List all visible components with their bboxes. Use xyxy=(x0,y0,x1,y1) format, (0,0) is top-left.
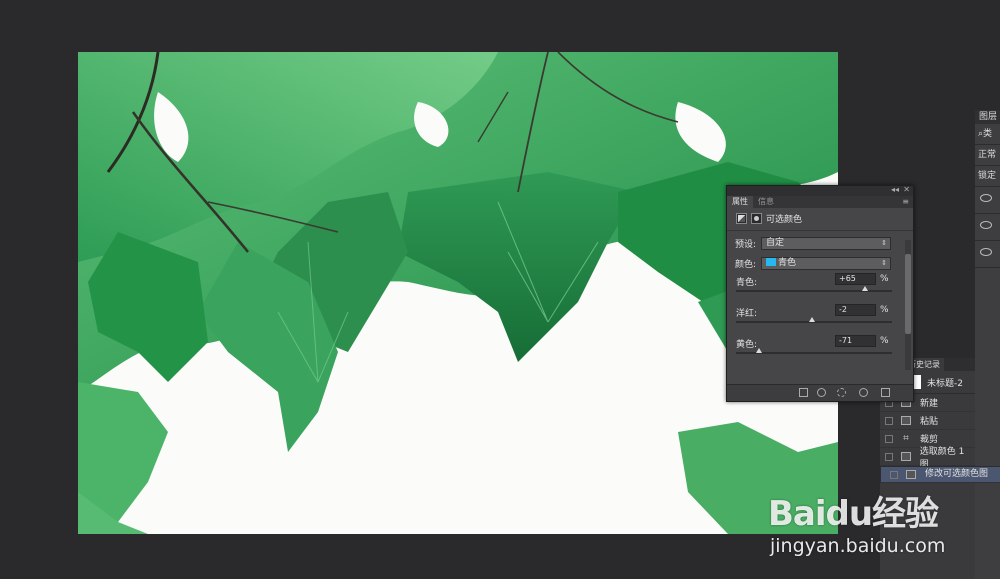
collapse-icon[interactable]: ◂◂ xyxy=(891,185,899,194)
panel-bottom-toolbar xyxy=(727,384,913,401)
history-checkbox[interactable] xyxy=(890,470,898,479)
lock-label: 锁定 xyxy=(975,166,1000,187)
slider-yellow: 黄色: -71 % xyxy=(727,335,913,366)
visibility-eye-icon[interactable] xyxy=(859,388,868,397)
document-icon xyxy=(906,470,916,479)
document-icon xyxy=(901,416,911,425)
layers-panel: 图层 ⌕类 正常 锁定 xyxy=(975,110,1000,579)
trash-icon[interactable] xyxy=(881,388,890,397)
reset-icon[interactable] xyxy=(837,388,846,397)
panel-scrollbar[interactable] xyxy=(905,240,911,370)
tab-properties[interactable]: 属性 xyxy=(727,196,753,208)
history-item-label: 粘贴 xyxy=(920,417,939,427)
chevron-updown-icon: ⇕ xyxy=(881,258,887,267)
eye-icon xyxy=(980,194,992,202)
document-icon xyxy=(900,452,911,461)
layers-panel-title: 图层 xyxy=(975,110,1000,124)
percent-label: % xyxy=(880,305,889,315)
snapshot-name: 未标题-2 xyxy=(927,378,963,389)
layer-visibility-toggle[interactable] xyxy=(975,187,1000,214)
color-value: 青色 xyxy=(778,257,797,268)
eye-icon xyxy=(980,221,992,229)
layer-visibility-toggle[interactable] xyxy=(975,241,1000,268)
layer-visibility-toggle[interactable] xyxy=(975,214,1000,241)
color-select[interactable]: 青色 ⇕ xyxy=(761,256,891,270)
mask-icon[interactable] xyxy=(751,212,762,224)
slider-magenta: 洋红: -2 % xyxy=(727,304,913,335)
close-icon[interactable]: ✕ xyxy=(903,185,910,194)
color-label: 颜色: xyxy=(735,259,757,270)
slider-label: 黄色: xyxy=(736,340,758,350)
divider xyxy=(727,230,913,231)
layer-filter-label: 类 xyxy=(983,129,993,139)
view-previous-state-icon[interactable] xyxy=(817,388,826,397)
watermark-url: jingyan.baidu.com xyxy=(770,535,946,557)
watermark-logo: Baidu经验 xyxy=(768,494,939,534)
color-swatch xyxy=(766,258,776,266)
preset-value: 自定 xyxy=(766,237,785,248)
history-item-label: 新建 xyxy=(920,399,939,409)
layer-filter-search[interactable]: ⌕类 xyxy=(975,124,1000,145)
percent-label: % xyxy=(880,336,889,346)
preset-row: 预设: 自定 ⇕ xyxy=(727,233,913,253)
workspace-canvas: 图层 ⌕类 正常 锁定 路径 历史记录 未标题-2 新建 粘贴 ⌗ xyxy=(0,0,1000,579)
slider-track[interactable] xyxy=(736,290,892,292)
tab-info[interactable]: 信息 xyxy=(753,196,779,208)
panel-title: 可选颜色 xyxy=(766,214,803,225)
adjustment-title-row: 可选颜色 xyxy=(727,208,913,228)
properties-panel: ◂◂ ✕ 属性 信息 ≡ 可选颜色 预设: 自定 ⇕ 颜色: 青色 ⇕ 青色: +6… xyxy=(726,185,914,402)
history-checkbox[interactable] xyxy=(885,416,893,425)
color-row: 颜色: 青色 ⇕ xyxy=(727,253,913,273)
slider-label: 青色: xyxy=(736,278,758,288)
blend-mode-select[interactable]: 正常 xyxy=(975,145,1000,166)
history-item-selected[interactable]: 修改可选颜色图 xyxy=(880,466,1000,483)
slider-thumb[interactable] xyxy=(755,348,762,353)
properties-tabs: 属性 信息 ≡ xyxy=(727,196,913,208)
slider-thumb[interactable] xyxy=(861,286,868,291)
scrollbar-grip[interactable] xyxy=(905,254,911,334)
chevron-updown-icon: ⇕ xyxy=(881,238,887,247)
history-item[interactable]: 粘贴 xyxy=(880,412,975,430)
clip-to-layer-icon[interactable] xyxy=(799,388,808,397)
history-item[interactable]: 选取颜色 1 图 xyxy=(880,447,975,470)
history-checkbox[interactable] xyxy=(885,434,893,443)
percent-label: % xyxy=(880,274,889,284)
slider-label: 洋红: xyxy=(736,309,758,319)
adjustment-icon[interactable] xyxy=(736,212,747,224)
panel-drag-bar[interactable]: ◂◂ ✕ xyxy=(727,185,913,196)
slider-cyan: 青色: +65 % xyxy=(727,273,913,304)
eye-icon xyxy=(980,248,992,256)
preset-label: 预设: xyxy=(735,239,757,250)
history-item-label: 修改可选颜色图 xyxy=(925,469,989,479)
crop-icon: ⌗ xyxy=(903,433,909,444)
preset-select[interactable]: 自定 ⇕ xyxy=(761,236,891,250)
panel-menu-icon[interactable]: ≡ xyxy=(902,196,909,208)
slider-value-input[interactable]: -71 xyxy=(835,335,876,347)
slider-thumb[interactable] xyxy=(809,317,816,322)
document-image[interactable] xyxy=(78,52,838,534)
history-checkbox[interactable] xyxy=(885,452,893,461)
leaves-photo xyxy=(78,52,838,534)
slider-value-input[interactable]: -2 xyxy=(835,304,876,316)
slider-value-input[interactable]: +65 xyxy=(835,273,876,285)
